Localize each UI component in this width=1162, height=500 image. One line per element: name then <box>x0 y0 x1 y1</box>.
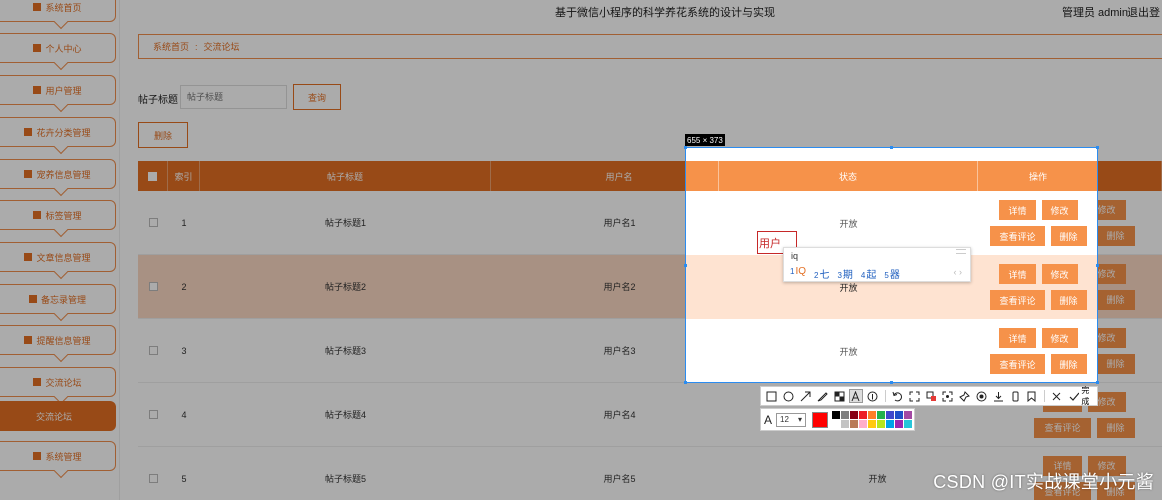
table-row: 开放 详情 修改 查看评论 删除 <box>686 191 1097 255</box>
resize-handle[interactable] <box>1096 264 1099 267</box>
font-size-select[interactable]: 12 ▾ <box>776 412 807 427</box>
color-swatch[interactable] <box>832 420 841 428</box>
check-icon <box>1069 392 1079 401</box>
close-icon[interactable] <box>1050 389 1064 403</box>
view-comments-button[interactable]: 查看评论 <box>990 226 1045 246</box>
color-swatch[interactable] <box>868 411 877 419</box>
resize-handle[interactable] <box>1096 146 1099 149</box>
view-comments-button[interactable]: 查看评论 <box>990 354 1045 374</box>
resize-handle[interactable] <box>890 381 893 384</box>
ime-input-text: iq <box>791 251 799 261</box>
text-tool-icon[interactable] <box>848 389 863 403</box>
color-swatch[interactable] <box>868 420 877 428</box>
current-color-swatch[interactable] <box>812 411 829 428</box>
delete-button[interactable]: 删除 <box>1050 290 1087 310</box>
screen-recognize-icon[interactable] <box>941 389 955 403</box>
ime-candidate-window: iq 1IQ 2七 3期 4起 5器 ‹ › <box>783 247 971 282</box>
edit-button[interactable]: 修改 <box>1041 264 1078 284</box>
undo-icon[interactable] <box>891 389 905 403</box>
table-row: 开放 详情 修改 查看评论 删除 <box>686 319 1097 382</box>
detail-button[interactable]: 详情 <box>999 328 1036 348</box>
cell-ops: 详情修改 查看评论删除 <box>978 255 1097 319</box>
resize-handle[interactable] <box>1096 381 1099 384</box>
pin-icon[interactable] <box>958 389 972 403</box>
chevron-down-icon: ▾ <box>798 415 803 424</box>
color-swatch[interactable] <box>886 420 895 428</box>
font-icon: A <box>764 412 773 427</box>
menu-icon[interactable] <box>956 249 966 254</box>
arrow-icon[interactable] <box>799 389 813 403</box>
color-swatch[interactable] <box>850 420 859 428</box>
mosaic-icon[interactable] <box>832 389 846 403</box>
color-swatch[interactable] <box>877 411 886 419</box>
resize-handle[interactable] <box>890 146 893 149</box>
edit-button[interactable]: 修改 <box>1041 328 1078 348</box>
color-swatch[interactable] <box>895 420 904 428</box>
ime-candidate[interactable]: 5器 <box>884 266 899 281</box>
ime-candidate[interactable]: 2七 <box>814 266 829 281</box>
ime-candidate[interactable]: 3期 <box>837 266 852 281</box>
color-swatch[interactable] <box>859 420 868 428</box>
resize-handle[interactable] <box>684 146 687 149</box>
finish-button[interactable]: 完成 <box>1067 385 1098 407</box>
resize-handle[interactable] <box>684 264 687 267</box>
record-icon[interactable] <box>975 389 989 403</box>
bookmark-icon[interactable] <box>1025 389 1039 403</box>
delete-button[interactable]: 删除 <box>1050 354 1087 374</box>
cell-ops: 详情修改 查看评论删除 <box>978 319 1097 382</box>
ime-candidate[interactable]: 1IQ <box>790 266 806 281</box>
header-status: 状态 <box>719 161 978 191</box>
cell-status: 开放 <box>839 346 858 357</box>
phone-icon[interactable] <box>1008 389 1022 403</box>
screenshot-toolbar: 完成 <box>760 386 1098 406</box>
detail-button[interactable]: 详情 <box>999 200 1036 220</box>
selection-table-header: 状态 操作 <box>686 161 1097 191</box>
pen-icon[interactable] <box>815 389 829 403</box>
rectangle-icon[interactable] <box>765 389 779 403</box>
color-swatch[interactable] <box>850 411 859 419</box>
ime-candidates: 1IQ 2七 3期 4起 5器 <box>790 266 900 281</box>
header-ops: 操作 <box>978 161 1097 191</box>
color-swatch[interactable] <box>904 420 913 428</box>
ocr-icon[interactable] <box>907 389 921 403</box>
toolbar-divider <box>1043 390 1045 402</box>
download-icon[interactable] <box>991 389 1005 403</box>
color-swatch[interactable] <box>877 420 886 428</box>
ime-candidate[interactable]: 4起 <box>861 266 876 281</box>
numbered-marker-icon[interactable] <box>866 389 880 403</box>
resize-handle[interactable] <box>684 381 687 384</box>
color-swatch[interactable] <box>841 420 850 428</box>
selection-size-label: 655 × 373 <box>685 134 725 146</box>
annotation-text: 用户 <box>759 237 781 250</box>
color-swatch[interactable] <box>832 411 841 419</box>
color-swatch[interactable] <box>886 411 895 419</box>
color-swatch[interactable] <box>904 411 913 419</box>
ime-pager[interactable]: ‹ › <box>954 267 963 277</box>
watermark: CSDN @IT实战课堂小元酱 <box>933 472 1154 492</box>
view-comments-button[interactable]: 查看评论 <box>990 290 1045 310</box>
delete-button[interactable]: 删除 <box>1050 226 1087 246</box>
text-style-bar: A 12 ▾ <box>760 408 915 431</box>
detail-button[interactable]: 详情 <box>999 264 1036 284</box>
color-palette <box>832 411 913 428</box>
cell-ops: 详情修改 查看评论删除 <box>978 191 1097 255</box>
color-swatch[interactable] <box>895 411 904 419</box>
toolbar-divider <box>884 390 886 402</box>
color-swatch[interactable] <box>859 411 868 419</box>
translate-icon[interactable] <box>924 389 938 403</box>
finish-label: 完成 <box>1081 386 1090 406</box>
color-swatch[interactable] <box>841 411 850 419</box>
edit-button[interactable]: 修改 <box>1041 200 1078 220</box>
ellipse-icon[interactable] <box>782 389 796 403</box>
